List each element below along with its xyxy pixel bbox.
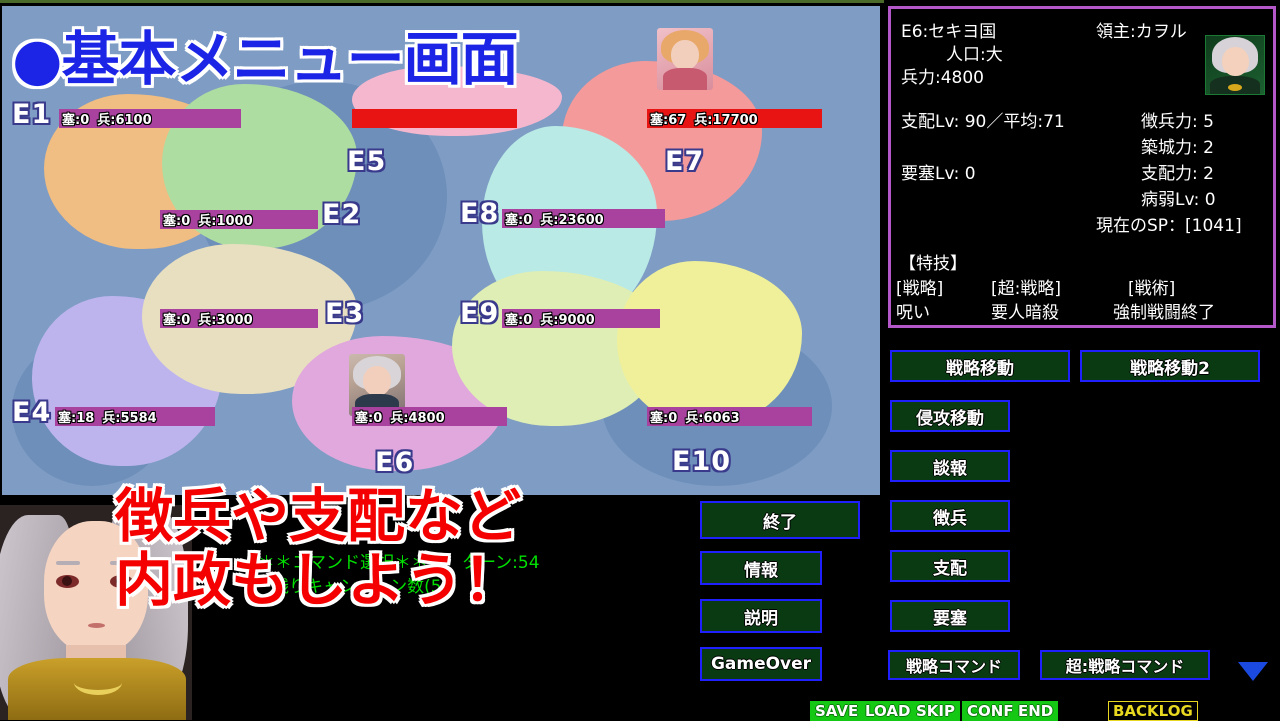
- region-bar-e1: 塞:0 兵:6100: [59, 109, 241, 128]
- button-conscript[interactable]: 徴兵: [890, 500, 1010, 532]
- system-skip-button[interactable]: SKIP: [911, 701, 961, 721]
- region-bar-e4: 塞:18 兵:5584: [55, 407, 215, 426]
- skill-category-tactics: [戦術]: [1128, 279, 1176, 299]
- character-necklace: [74, 670, 122, 695]
- info-build-power: 築城力: 2: [1141, 138, 1214, 158]
- button-end[interactable]: 終了: [700, 501, 860, 539]
- region-bar-e9: 塞:0 兵:9000: [502, 309, 660, 328]
- portrait-face: [1222, 47, 1249, 76]
- button-strategy-command[interactable]: 戦略コマンド: [888, 650, 1020, 680]
- region-label-e4: E4: [12, 397, 52, 428]
- strategy-map[interactable]: ●基本メニュー画面 E1 E2 E3 E4 E5 E6 E7 E8 E9 E10…: [2, 6, 880, 495]
- strategy-map-frame: ●基本メニュー画面 E1 E2 E3 E4 E5 E6 E7 E8 E9 E10…: [0, 0, 884, 498]
- region-label-e3: E3: [325, 298, 365, 329]
- info-sick-level: 病弱Lv: 0: [1141, 190, 1216, 210]
- portrait-body: [663, 68, 707, 90]
- region-fort-e3: 塞:0: [163, 313, 191, 328]
- button-strategy-move-2[interactable]: 戦略移動2: [1080, 350, 1260, 382]
- button-explain[interactable]: 説明: [700, 599, 822, 633]
- button-fortress[interactable]: 要塞: [890, 600, 1010, 632]
- region-fort-e7: 塞:67: [650, 113, 687, 128]
- region-bar-e3: 塞:0 兵:3000: [160, 309, 318, 328]
- caption-line-1: 徴兵や支配など: [115, 482, 522, 550]
- button-intel[interactable]: 談報: [890, 450, 1010, 482]
- skill-category-strategy: [戦略]: [896, 279, 944, 299]
- system-backlog-button[interactable]: BACKLOG: [1108, 701, 1198, 721]
- skill-tactics: 強制戦闘終了: [1113, 303, 1215, 323]
- skill-category-super-strategy: [超:戦略]: [991, 279, 1061, 299]
- region-troops-e10: 兵:6063: [685, 411, 740, 426]
- skills-header: 【特技】: [899, 254, 967, 274]
- region-troops-e8: 兵:23600: [540, 213, 604, 228]
- character-eye-left: [56, 575, 79, 588]
- info-conscript-power: 徴兵力: 5: [1141, 112, 1214, 132]
- system-conf-button[interactable]: CONF: [962, 701, 1019, 721]
- region-fort-e6: 塞:0: [355, 411, 383, 426]
- region-troops-e9: 兵:9000: [540, 313, 595, 328]
- bar-fill: [352, 109, 517, 128]
- caption-line-2: 内政もしよう！: [115, 546, 522, 614]
- info-region-name: E6:セキヨ国: [901, 22, 997, 42]
- region-troops-e4: 兵:5584: [102, 411, 157, 426]
- portrait-face: [363, 366, 391, 396]
- page-title: ●基本メニュー画面: [12, 25, 519, 93]
- info-rule-level: 支配Lv: 90／平均:71: [901, 112, 1065, 132]
- region-label-e8: E8: [460, 198, 500, 229]
- region-fort-e9: 塞:0: [505, 313, 533, 328]
- region-label-e1: E1: [12, 99, 52, 130]
- system-end-button[interactable]: END: [1013, 701, 1059, 721]
- region-bar-e7: 塞:67 兵:17700: [647, 109, 822, 128]
- region-troops-e3: 兵:3000: [198, 313, 253, 328]
- region-label-e10: E10: [672, 446, 732, 477]
- system-load-button[interactable]: LOAD: [860, 701, 916, 721]
- info-fortress-level: 要塞Lv: 0: [901, 164, 976, 184]
- game-screen: ●基本メニュー画面 E1 E2 E3 E4 E5 E6 E7 E8 E9 E10…: [0, 0, 1280, 721]
- info-current-sp: 現在のSP：[1041]: [1096, 216, 1242, 236]
- info-population: 人口:大: [946, 45, 1003, 65]
- region-bar-e8: 塞:0 兵:23600: [502, 209, 665, 228]
- region-fort-e8: 塞:0: [505, 213, 533, 228]
- region-fort-e1: 塞:0: [62, 113, 90, 128]
- scroll-down-arrow[interactable]: [1238, 662, 1268, 681]
- region-bar-e6: 塞:0 兵:4800: [352, 407, 507, 426]
- region-troops-e1: 兵:6100: [97, 113, 152, 128]
- button-strategy-move[interactable]: 戦略移動: [890, 350, 1070, 382]
- portrait-face: [671, 40, 699, 70]
- skill-super-strategy: 要人暗殺: [991, 303, 1059, 323]
- info-rule-power: 支配力: 2: [1141, 164, 1214, 184]
- region-bar-e2: 塞:0 兵:1000: [160, 210, 318, 229]
- character-eyebrow-left: [56, 561, 80, 565]
- skill-strategy: 呪い: [896, 303, 930, 323]
- region-label-e6: E6: [375, 447, 415, 478]
- region-troops-e2: 兵:1000: [198, 214, 253, 229]
- lord-portrait: [1205, 35, 1265, 95]
- button-info[interactable]: 情報: [700, 551, 822, 585]
- button-super-strategy-command[interactable]: 超:戦略コマンド: [1040, 650, 1210, 680]
- info-military: 兵力:4800: [901, 68, 984, 88]
- region-label-e5: E5: [347, 146, 387, 177]
- map-enemy-portrait: [657, 28, 713, 90]
- portrait-accessory: [1228, 84, 1242, 91]
- region-bar-e5: [352, 109, 517, 128]
- region-label-e2: E2: [322, 199, 362, 230]
- region-fort-e4: 塞:18: [58, 411, 95, 426]
- region-label-e7: E7: [665, 146, 705, 177]
- system-save-button[interactable]: SAVE: [810, 701, 864, 721]
- region-fort-e2: 塞:0: [163, 214, 191, 229]
- region-troops-e7: 兵:17700: [694, 113, 758, 128]
- button-gameover[interactable]: GameOver: [700, 647, 822, 681]
- button-rule[interactable]: 支配: [890, 550, 1010, 582]
- region-fort-e10: 塞:0: [650, 411, 678, 426]
- region-troops-e6: 兵:4800: [390, 411, 445, 426]
- region-info-panel: E6:セキヨ国 領主:カヲル 人口:大 兵力:4800 支配Lv: 90／平均:…: [888, 6, 1276, 328]
- character-mouth: [88, 623, 105, 628]
- info-lord: 領主:カヲル: [1096, 22, 1187, 42]
- button-invade-move[interactable]: 侵攻移動: [890, 400, 1010, 432]
- region-label-e9: E9: [460, 298, 500, 329]
- region-bar-e10: 塞:0 兵:6063: [647, 407, 812, 426]
